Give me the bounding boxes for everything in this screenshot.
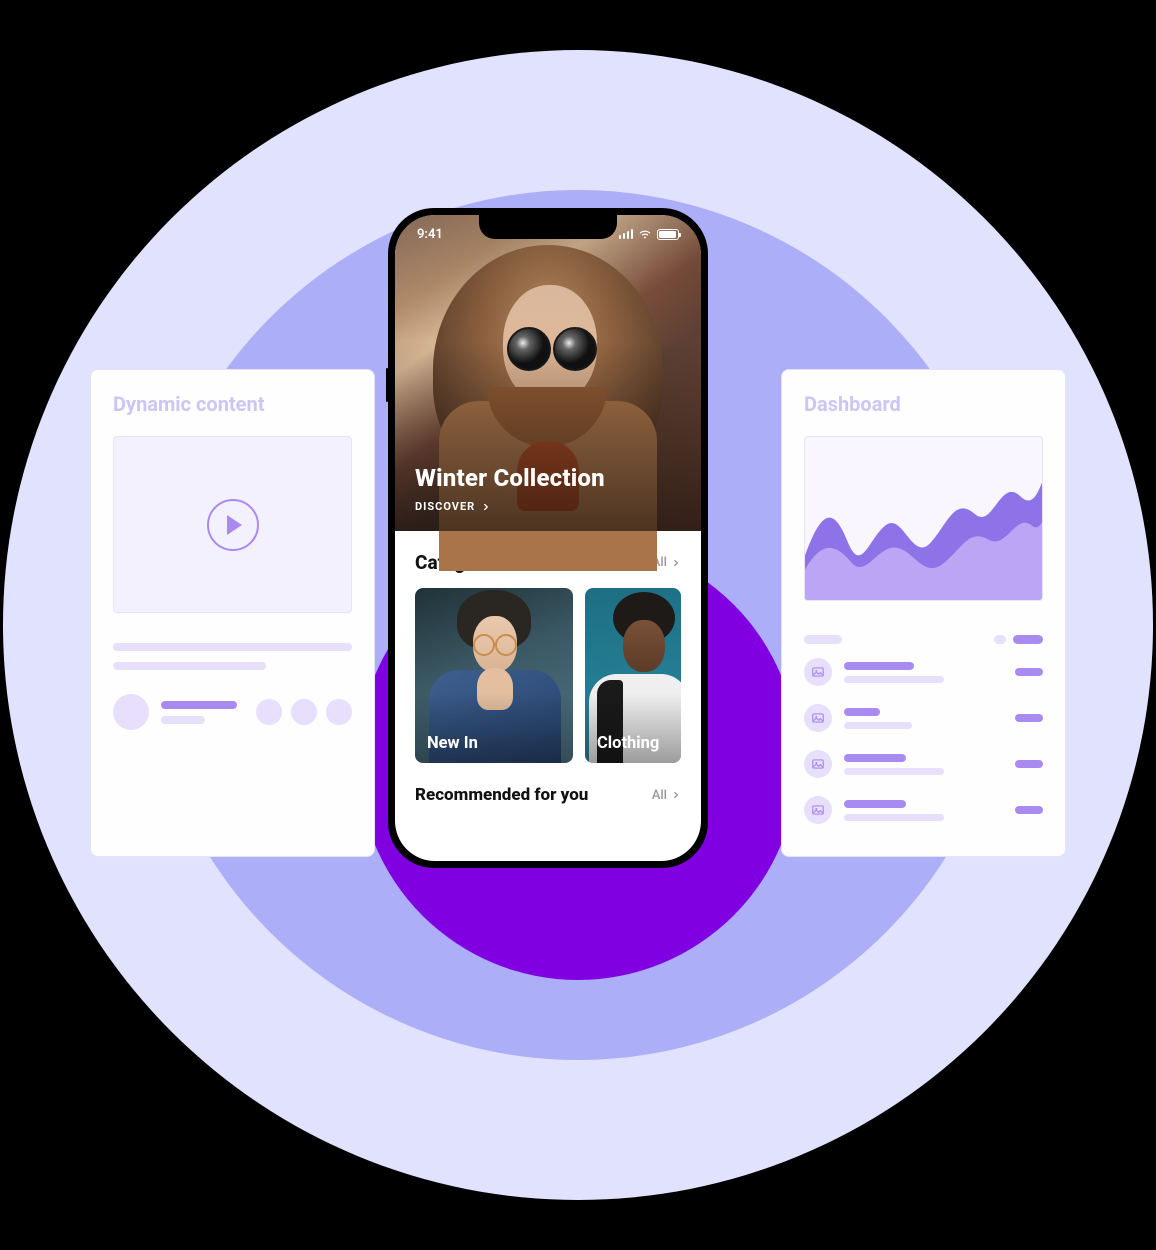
image-icon bbox=[804, 750, 832, 778]
placeholder-line bbox=[804, 635, 842, 644]
category-card-clothing[interactable]: Clothing bbox=[585, 588, 681, 763]
hero-title: Winter Collection bbox=[415, 464, 605, 492]
placeholder-line bbox=[844, 676, 944, 683]
dashboard-list-header bbox=[804, 635, 1043, 644]
wifi-icon bbox=[638, 229, 652, 239]
hero-banner[interactable]: Winter Collection DISCOVER bbox=[395, 215, 701, 531]
placeholder-line bbox=[161, 716, 205, 724]
placeholder-line bbox=[844, 768, 944, 775]
dashboard-list-item[interactable] bbox=[804, 750, 1043, 778]
video-placeholder[interactable] bbox=[113, 436, 352, 613]
action-placeholder[interactable] bbox=[256, 699, 282, 725]
dashboard-title: Dashboard bbox=[804, 392, 1043, 416]
placeholder-line bbox=[1013, 635, 1043, 644]
dynamic-content-title: Dynamic content bbox=[113, 392, 352, 416]
all-label: All bbox=[652, 788, 667, 803]
category-label: Clothing bbox=[597, 734, 659, 753]
avatar bbox=[113, 694, 149, 730]
hero-cta-label: DISCOVER bbox=[415, 500, 475, 513]
chevron-right-icon bbox=[481, 502, 491, 512]
image-icon bbox=[804, 658, 832, 686]
recommended-heading: Recommended for you bbox=[415, 785, 588, 805]
play-icon bbox=[207, 499, 259, 551]
chevron-right-icon bbox=[671, 790, 681, 800]
placeholder-line bbox=[1015, 668, 1043, 676]
dashboard-area-chart bbox=[804, 436, 1043, 601]
category-label: New In bbox=[427, 734, 478, 753]
dashboard-card: Dashboard bbox=[781, 369, 1066, 857]
placeholder-line bbox=[844, 662, 914, 670]
chevron-right-icon bbox=[671, 558, 681, 568]
placeholder-line bbox=[844, 754, 906, 762]
phone-screen: 9:41 Winter Collection bbox=[395, 215, 701, 861]
phone-frame: 9:41 Winter Collection bbox=[388, 208, 708, 868]
signal-icon bbox=[619, 229, 634, 239]
status-time: 9:41 bbox=[417, 227, 443, 242]
recommended-all-button[interactable]: All bbox=[652, 788, 681, 803]
phone-notch bbox=[479, 215, 617, 239]
dashboard-list-item[interactable] bbox=[804, 796, 1043, 824]
placeholder-line bbox=[113, 643, 352, 651]
category-card-new-in[interactable]: New In bbox=[415, 588, 573, 763]
image-icon bbox=[804, 796, 832, 824]
placeholder-line bbox=[1015, 760, 1043, 768]
placeholder-line bbox=[113, 662, 266, 670]
image-icon bbox=[804, 704, 832, 732]
placeholder-line bbox=[1015, 714, 1043, 722]
placeholder-line bbox=[844, 814, 944, 821]
recommended-section: Recommended for you All bbox=[395, 763, 701, 805]
placeholder-line bbox=[844, 708, 880, 716]
placeholder-line bbox=[994, 635, 1006, 644]
placeholder-line bbox=[161, 701, 237, 709]
dashboard-list-item[interactable] bbox=[804, 704, 1043, 732]
dynamic-content-card: Dynamic content bbox=[90, 369, 375, 857]
dashboard-list-item[interactable] bbox=[804, 658, 1043, 686]
battery-icon bbox=[657, 229, 679, 240]
hero-discover-button[interactable]: DISCOVER bbox=[415, 500, 605, 513]
action-placeholder[interactable] bbox=[291, 699, 317, 725]
placeholder-line bbox=[1015, 806, 1043, 814]
placeholder-line bbox=[844, 722, 912, 729]
author-row bbox=[113, 694, 352, 730]
action-placeholder[interactable] bbox=[326, 699, 352, 725]
placeholder-line bbox=[844, 800, 906, 808]
